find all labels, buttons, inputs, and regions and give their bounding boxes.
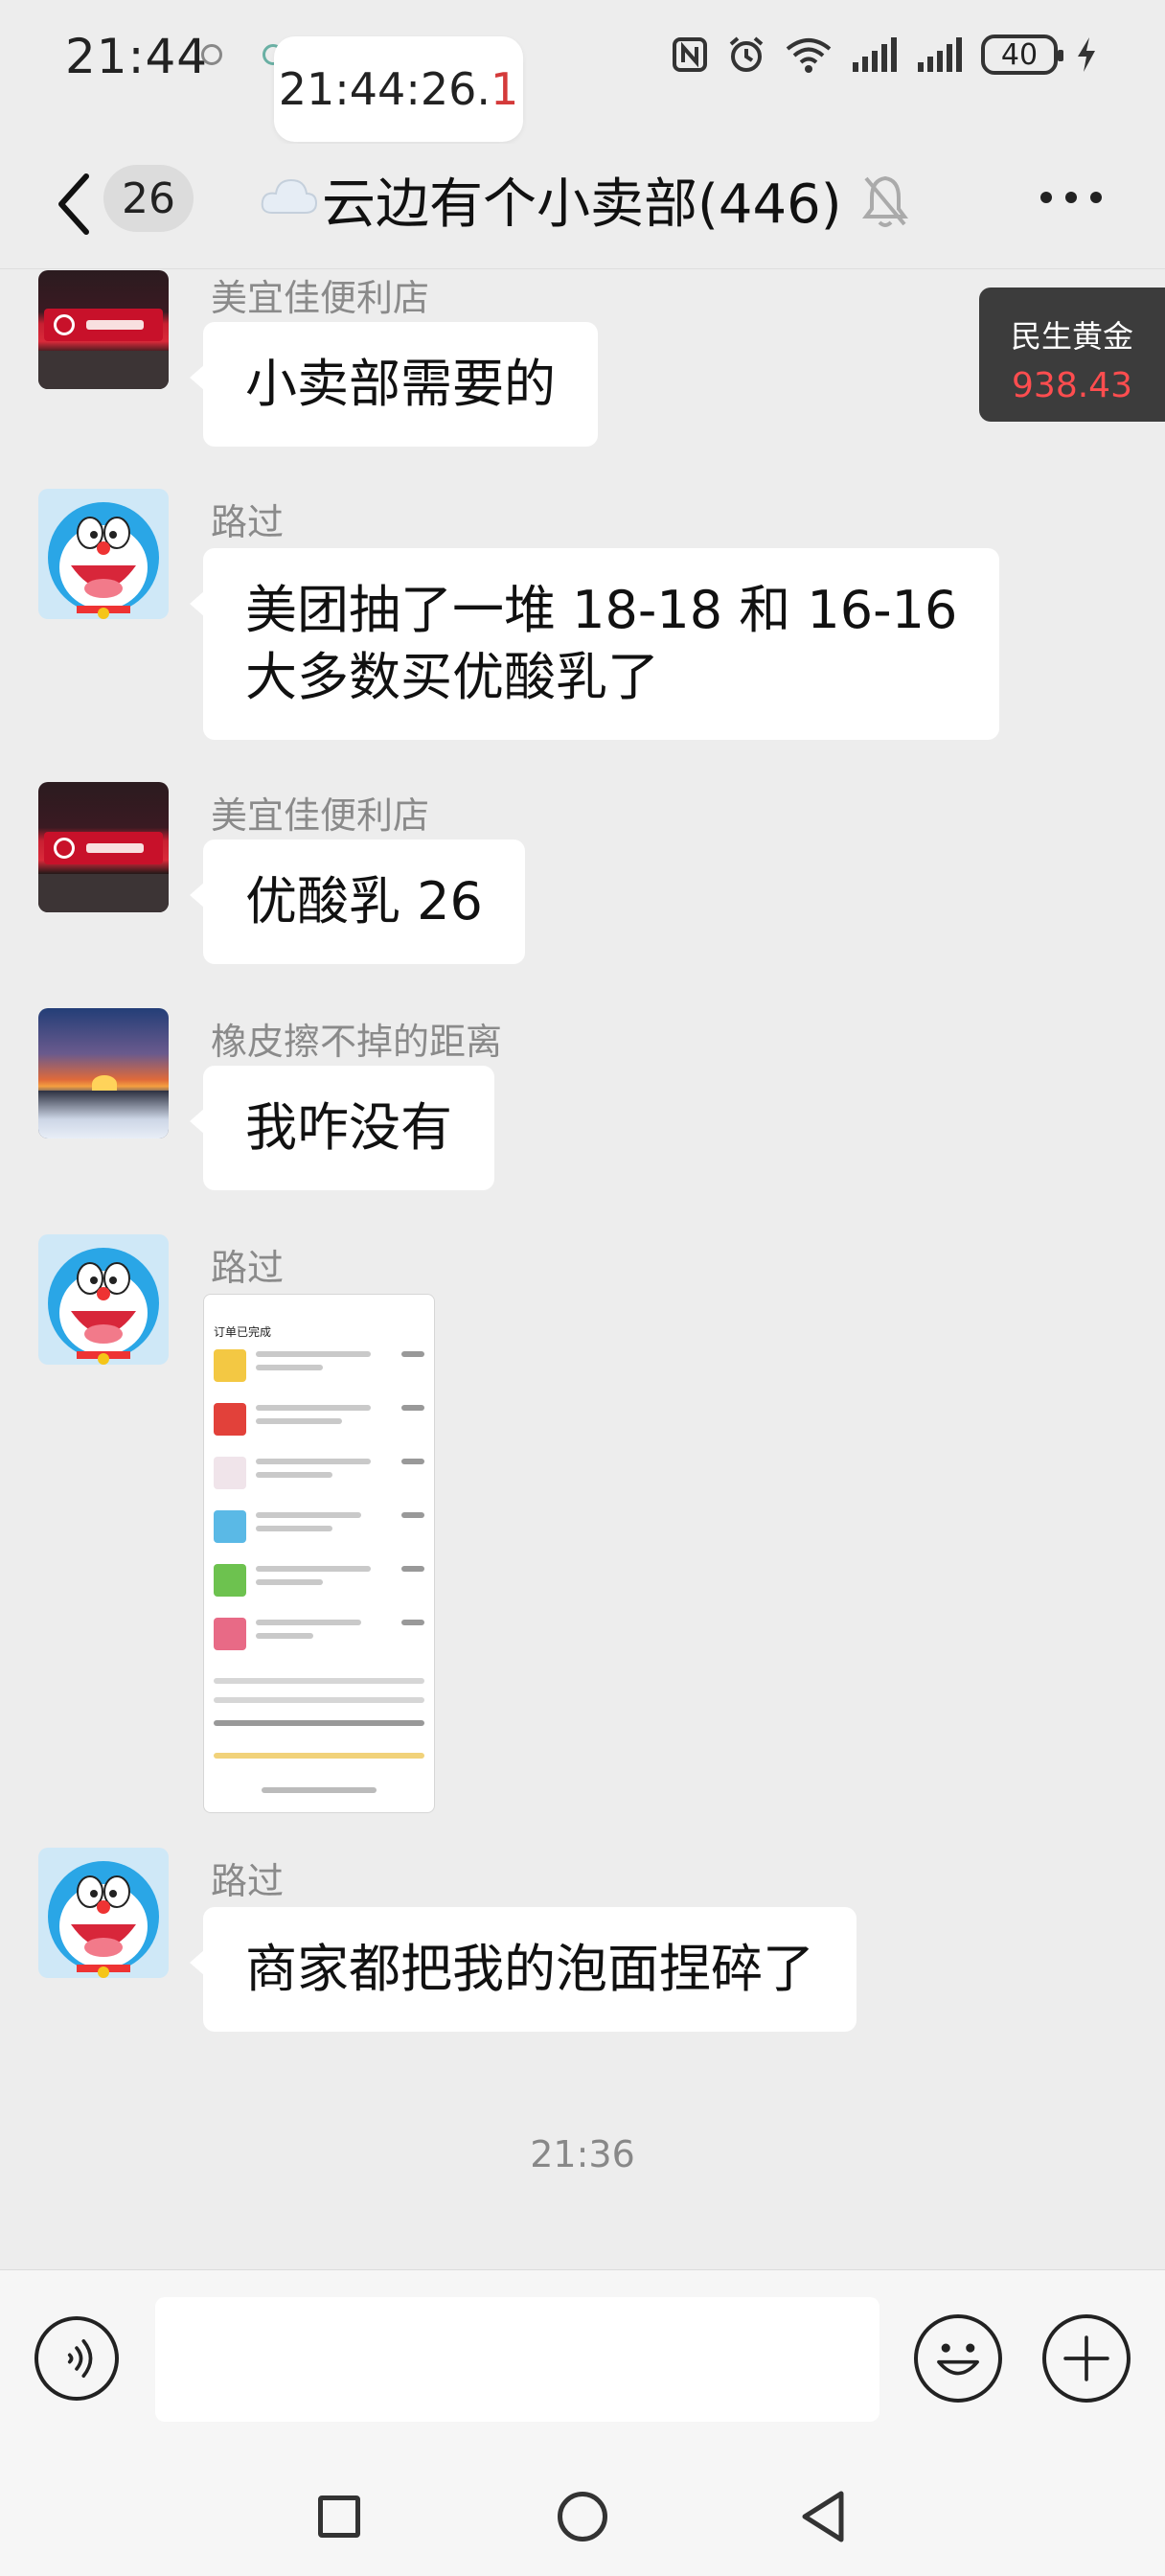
message-bubble[interactable]: 美团抽了一堆 18-18 和 16-16 大多数买优酸乳了 (189, 548, 1000, 740)
system-navigation (0, 2451, 1165, 2576)
message-bubble[interactable]: 小卖部需要的 (190, 322, 598, 447)
back-icon[interactable] (48, 161, 102, 247)
more-icon[interactable] (1040, 192, 1102, 203)
avatar[interactable] (38, 782, 169, 912)
battery-icon: 40 (981, 34, 1063, 75)
notification-icon (201, 44, 222, 65)
avatar[interactable] (38, 1234, 169, 1365)
nav-home-icon[interactable] (558, 2492, 607, 2542)
status-time: 21:44 (65, 29, 209, 84)
status-icons: 40 (671, 34, 1098, 75)
sender-name: 路过 (211, 501, 285, 543)
status-bar: 21:44 40 21:44:26. 1 (0, 0, 1165, 142)
thumbnail-statusbar (204, 1295, 434, 1323)
avatar[interactable] (38, 270, 169, 389)
doraemon-avatar-image (48, 1861, 159, 1978)
gold-price-widget[interactable]: 民生黄金 938.43 (979, 288, 1165, 422)
sender-name: 路过 (211, 1860, 285, 1902)
message-bubble[interactable]: 优酸乳 26 (190, 840, 525, 964)
sender-name: 美宜佳便利店 (211, 794, 430, 837)
chat-title-text: 云边有个小卖部(446) (322, 173, 842, 236)
image-message-thumbnail[interactable]: 订单已完成 (203, 1294, 435, 1813)
avatar[interactable] (38, 1008, 169, 1138)
message-input[interactable] (155, 2297, 879, 2422)
charging-icon (1078, 37, 1095, 72)
input-bar (0, 2269, 1165, 2452)
gold-widget-label: 民生黄金 (1010, 318, 1133, 355)
unread-count-badge[interactable]: 26 (103, 165, 194, 232)
emoji-icon[interactable] (914, 2314, 1002, 2403)
thumbnail-title: 订单已完成 (214, 1325, 272, 1339)
mute-bell-icon (862, 175, 908, 227)
voice-icon[interactable] (34, 2316, 119, 2401)
sender-name: 路过 (211, 1247, 285, 1289)
plus-icon[interactable] (1042, 2314, 1131, 2403)
doraemon-avatar-image (48, 1248, 159, 1365)
chat-header: 26 云边有个小卖部(446) (0, 144, 1165, 269)
signal-icon-2 (918, 37, 962, 72)
nfc-icon (673, 37, 707, 72)
gold-widget-value: 938.43 (1012, 366, 1132, 405)
doraemon-avatar-image (48, 502, 159, 619)
cloud-icon (261, 178, 318, 214)
message-bubble[interactable]: 我咋没有 (190, 1066, 494, 1190)
nav-back-icon[interactable] (799, 2490, 847, 2543)
message-line: 大多数买优酸乳了 (245, 647, 659, 707)
time-separator: 21:36 (530, 2133, 635, 2175)
floating-clock-time: 21:44:26. (278, 63, 491, 115)
chat-title[interactable]: 云边有个小卖部(446) (322, 161, 842, 239)
message-line: 美团抽了一堆 18-18 和 16-16 (245, 580, 958, 640)
signal-icon-1 (853, 37, 897, 72)
alarm-icon (729, 36, 764, 72)
floating-clock[interactable]: 21:44:26. 1 (274, 36, 523, 142)
avatar[interactable] (38, 1848, 169, 1978)
floating-clock-fraction: 1 (490, 63, 519, 115)
sender-name: 橡皮擦不掉的距离 (211, 1021, 503, 1063)
avatar[interactable] (38, 489, 169, 619)
sender-name: 美宜佳便利店 (211, 277, 430, 319)
message-bubble[interactable]: 商家都把我的泡面捏碎了 (190, 1907, 857, 2032)
nav-recent-icon[interactable] (318, 2496, 360, 2538)
wifi-icon (786, 38, 832, 73)
